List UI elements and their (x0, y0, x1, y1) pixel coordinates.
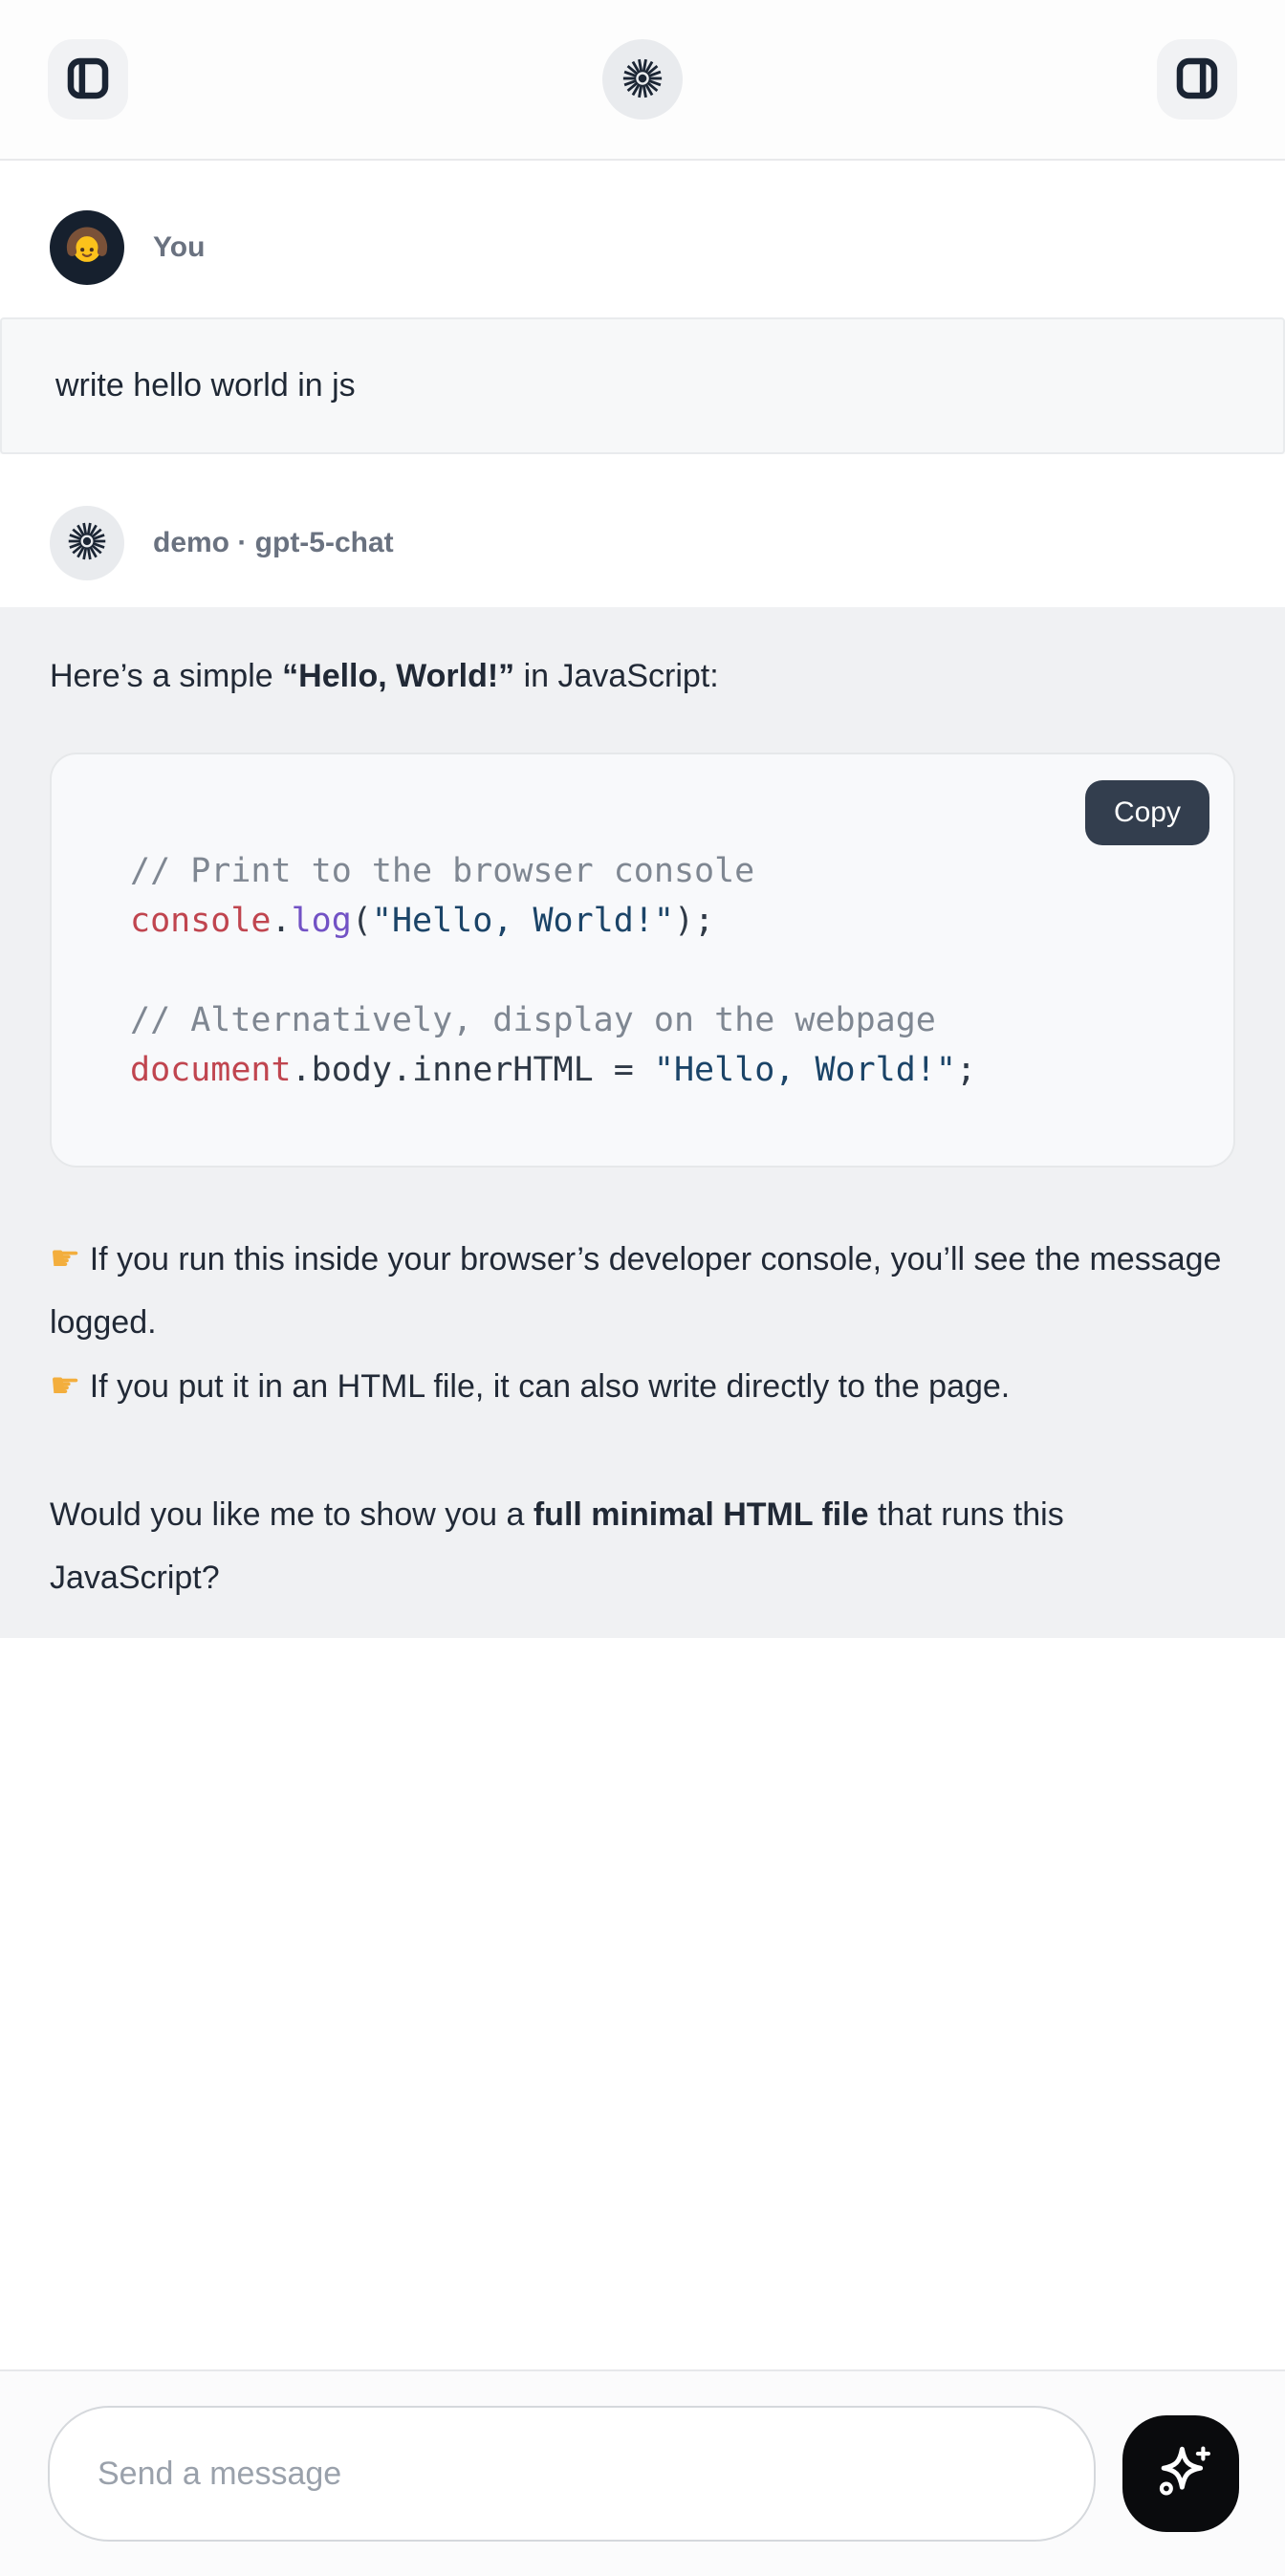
code-line: console.log("Hello, World!"); (130, 896, 1195, 946)
assistant-turn-header: demo · gpt-5-chat (0, 454, 1285, 607)
composer-bar (0, 2369, 1285, 2576)
code-line: document.body.innerHTML = "Hello, World!… (130, 1045, 1195, 1095)
user-message-text: write hello world in js (55, 367, 356, 404)
sparkle-plus-icon (1149, 2441, 1212, 2507)
question-paragraph: Would you like me to show you a full min… (50, 1483, 1235, 1609)
pointing-hand-emoji: ☛ (50, 1365, 80, 1405)
person-emoji-icon (59, 218, 115, 278)
code-content: // Print to the browser consoleconsole.l… (52, 754, 1233, 1095)
code-block: Copy // Print to the browser consolecons… (50, 753, 1235, 1168)
intro-suffix: in JavaScript: (514, 658, 719, 694)
notes-paragraph: ☛ If you run this inside your browser’s … (50, 1227, 1235, 1418)
starburst-icon (66, 520, 108, 567)
panel-left-icon (66, 56, 110, 103)
intro-bold: “Hello, World!” (282, 658, 514, 694)
user-message-bubble: write hello world in js (0, 317, 1285, 454)
note-line: ☛ If you put it in an HTML file, it can … (50, 1354, 1235, 1418)
message-input[interactable] (48, 2406, 1096, 2542)
question-bold: full minimal HTML file (534, 1496, 869, 1533)
sidebar-toggle-button[interactable] (48, 39, 128, 120)
pointing-hand-emoji: ☛ (50, 1238, 80, 1277)
question-prefix: Would you like me to show you a (50, 1496, 534, 1533)
code-line: // Print to the browser console (130, 846, 1195, 896)
note-line: ☛ If you run this inside your browser’s … (50, 1227, 1235, 1354)
user-turn-header: You (0, 161, 1285, 317)
right-panel-toggle-button[interactable] (1157, 39, 1237, 120)
send-button[interactable] (1122, 2415, 1239, 2532)
logo-button[interactable] (602, 39, 683, 120)
assistant-avatar (50, 506, 124, 580)
panel-right-icon (1175, 56, 1219, 103)
model-label: demo · gpt-5-chat (153, 527, 394, 559)
copy-button[interactable]: Copy (1085, 780, 1209, 845)
note-text: If you run this inside your browser’s de… (50, 1241, 1221, 1341)
empty-scroll-area (0, 1638, 1285, 2369)
starburst-icon (621, 56, 664, 103)
code-line (130, 946, 1195, 995)
intro-prefix: Here’s a simple (50, 658, 282, 694)
note-text: If you put it in an HTML file, it can al… (80, 1368, 1010, 1405)
top-bar (0, 0, 1285, 161)
sender-label: You (153, 231, 205, 264)
intro-paragraph: Here’s a simple “Hello, World!” in JavaS… (50, 657, 1235, 695)
user-avatar (50, 210, 124, 285)
assistant-message: Here’s a simple “Hello, World!” in JavaS… (0, 607, 1285, 1638)
code-line: // Alternatively, display on the webpage (130, 995, 1195, 1045)
